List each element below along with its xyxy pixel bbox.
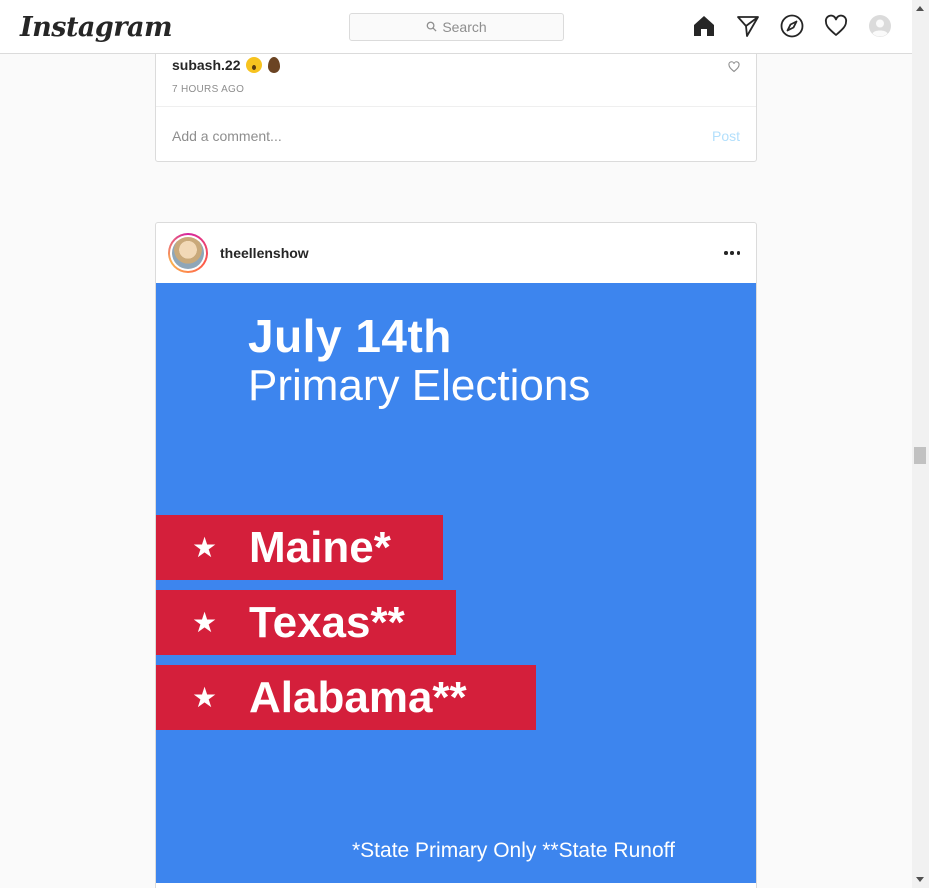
star-icon: ★ xyxy=(192,531,218,563)
state-name: Texas** xyxy=(249,597,405,647)
activity-heart-icon[interactable] xyxy=(824,14,848,38)
post-image[interactable]: July 14th Primary Elections ★ Maine* ★ T… xyxy=(156,283,756,883)
home-icon[interactable] xyxy=(692,14,716,38)
avatar-image xyxy=(172,237,204,269)
state-banner: ★ Alabama** xyxy=(156,665,536,730)
comment: subash.22 xyxy=(172,57,281,73)
image-title: July 14th xyxy=(248,310,452,362)
add-comment-section: Add a comment... Post xyxy=(156,106,756,162)
comment-username[interactable]: subash.22 xyxy=(172,57,240,73)
state-name: Alabama** xyxy=(249,672,467,722)
post-username[interactable]: theellenshow xyxy=(220,245,309,261)
astonished-face-emoji-icon xyxy=(246,57,263,73)
comment-timestamp: 7 HOURS AGO xyxy=(172,84,245,95)
state-banner: ★ Texas** xyxy=(156,590,456,655)
image-footnote: *State Primary Only **State Runoff xyxy=(352,839,675,862)
post-card: theellenshow July 14th Primary Elections… xyxy=(155,222,757,888)
top-nav: Instagram Search xyxy=(0,0,912,54)
page-scrollbar[interactable] xyxy=(912,0,929,888)
story-avatar[interactable] xyxy=(168,233,208,273)
raised-fist-emoji-icon xyxy=(268,57,281,73)
star-icon: ★ xyxy=(192,681,218,713)
search-placeholder: Search xyxy=(442,19,487,35)
star-icon: ★ xyxy=(192,606,218,638)
scroll-thumb[interactable] xyxy=(914,447,926,464)
comment-like-heart-icon[interactable] xyxy=(728,60,740,73)
post-header: theellenshow xyxy=(156,223,756,283)
previous-post-card: subash.22 7 HOURS AGO Add a comment... P… xyxy=(155,40,757,162)
state-banner: ★ Maine* xyxy=(156,515,443,580)
search-icon xyxy=(426,19,437,35)
profile-avatar-icon[interactable] xyxy=(868,14,892,38)
scroll-down-arrow-icon[interactable] xyxy=(916,877,924,882)
scroll-up-arrow-icon[interactable] xyxy=(916,6,924,11)
post-comment-button[interactable]: Post xyxy=(712,128,740,144)
instagram-logo[interactable]: Instagram xyxy=(20,12,173,43)
add-comment-input[interactable]: Add a comment... xyxy=(172,128,282,144)
state-name: Maine* xyxy=(249,522,391,572)
more-options-icon[interactable] xyxy=(724,245,740,261)
explore-icon[interactable] xyxy=(780,14,804,38)
image-subtitle: Primary Elections xyxy=(248,361,591,410)
direct-icon[interactable] xyxy=(736,14,760,38)
search-input[interactable]: Search xyxy=(349,13,564,41)
